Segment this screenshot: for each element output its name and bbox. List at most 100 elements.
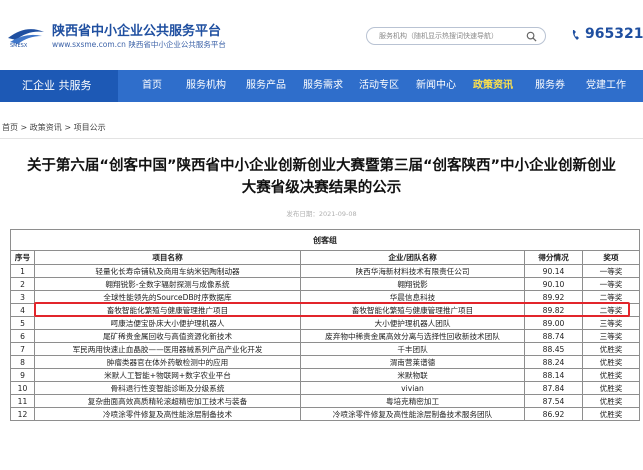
- cell-no: 9: [10, 368, 35, 382]
- cell-score: 90.14: [524, 264, 583, 278]
- cell-score: 89.82: [524, 303, 583, 317]
- cell-score: 88.45: [524, 342, 583, 356]
- nav-item-service-needs[interactable]: 服务需求: [303, 70, 343, 102]
- cell-team: 废弃物中稀贵金属高效分离与选择性回收新技术团队: [300, 329, 525, 343]
- cell-project: 翱翔锐影-全数字辐射探测与成像系统: [34, 277, 301, 291]
- logo-icon[interactable]: SMESX: [6, 22, 46, 48]
- table-row: 12 冷喷涂零件修复及高性能涂层制备技术 冷喷涂零件修复及高性能涂层制备技术服务团队…: [10, 407, 641, 421]
- breadcrumb[interactable]: 首页 > 政策资讯 > 项目公示: [2, 122, 106, 133]
- svg-text:SMESX: SMESX: [10, 43, 28, 48]
- group-title: 创客组: [9, 229, 641, 251]
- cell-award: 优胜奖: [581, 355, 641, 369]
- phone-icon: [572, 30, 579, 40]
- cell-project: 轻量化长寿命铺轨及商用车纳米铝陶制动器: [34, 264, 301, 278]
- nav-item-policy[interactable]: 政策资讯: [473, 70, 513, 102]
- cell-no: 10: [10, 381, 35, 395]
- cell-no: 2: [10, 277, 35, 291]
- nav-item-vouchers[interactable]: 服务券: [535, 70, 565, 102]
- hotline-number: 965321: [585, 26, 643, 42]
- cell-award: 二等奖: [581, 290, 641, 304]
- cell-project: 尾矿稀贵金属回收与高值资源化新技术: [34, 329, 301, 343]
- page-title-line1: 关于第六届“创客中国”陕西省中小企业创新创业大赛暨第三届“创客陕西”中小企业创新…: [26, 158, 617, 174]
- table-header-row: 序号 项目名称 企业/团队名称 得分情况 奖项: [10, 250, 641, 265]
- cell-team: 米默物联: [300, 368, 525, 382]
- nav-item-party[interactable]: 党建工作: [586, 70, 626, 102]
- cell-award: 优胜奖: [581, 407, 641, 421]
- cell-team: 翱翔锐影: [300, 277, 525, 291]
- header-award: 奖项: [581, 250, 641, 265]
- cell-team: 粤培克精密加工: [300, 394, 525, 408]
- divider: [0, 138, 643, 139]
- cell-project: 肿瘤类器官在体外药敏检测中的应用: [34, 355, 301, 369]
- nav-brand: 汇企业 共服务: [0, 70, 118, 102]
- cell-score: 89.92: [524, 290, 583, 304]
- cell-score: 89.00: [524, 316, 583, 330]
- cell-award: 一等奖: [581, 264, 641, 278]
- table-row: 2 翱翔锐影-全数字辐射探测与成像系统 翱翔锐影 90.10 一等奖: [10, 277, 641, 291]
- nav-item-home[interactable]: 首页: [142, 70, 162, 102]
- search-input[interactable]: 服务机构（随机显示热搜词快速导航）: [366, 27, 546, 45]
- cell-award: 一等奖: [581, 277, 641, 291]
- site-header: SMESX 陕西省中小企业公共服务平台 www.sxsme.com.cn 陕西省…: [0, 0, 643, 70]
- search-icon[interactable]: [526, 31, 537, 42]
- nav-item-service-org[interactable]: 服务机构: [186, 70, 226, 102]
- main-nav: 汇企业 共服务 首页 服务机构 服务产品 服务需求 活动专区 新闻中心 政策资讯…: [0, 70, 643, 102]
- cell-team: vivian: [300, 381, 525, 395]
- cell-award: 三等奖: [581, 329, 641, 343]
- cell-project: 复杂曲面高效高质精轮滚超精密加工技术与装备: [34, 394, 301, 408]
- cell-score: 88.14: [524, 368, 583, 382]
- cell-no: 5: [10, 316, 35, 330]
- search-placeholder: 服务机构（随机显示热搜词快速导航）: [379, 32, 498, 40]
- header-no: 序号: [10, 250, 35, 265]
- cell-team: 陕西华海新材料技术有限责任公司: [300, 264, 525, 278]
- cell-team: 千丰团队: [300, 342, 525, 356]
- nav-item-service-products[interactable]: 服务产品: [246, 70, 286, 102]
- cell-no: 11: [10, 394, 35, 408]
- table-row-highlighted: 3 全球性能领先的SourceDB时序数据库 华晨信息科技 89.92 二等奖: [10, 290, 641, 304]
- table-row: 8 肿瘤类器官在体外药敏检测中的应用 渭南营莱谱德 88.24 优胜奖: [10, 355, 641, 369]
- group-row: 创客组: [9, 229, 641, 251]
- cell-team: 大小便护理机器人团队: [300, 316, 525, 330]
- cell-no: 6: [10, 329, 35, 343]
- cell-score: 90.10: [524, 277, 583, 291]
- results-table: 创客组 序号 项目名称 企业/团队名称 得分情况 奖项 1 轻量化长寿命铺轨及商用…: [9, 229, 641, 421]
- cell-project: 全球性能领先的SourceDB时序数据库: [34, 290, 301, 304]
- site-title[interactable]: 陕西省中小企业公共服务平台: [52, 20, 221, 39]
- cell-award: 优胜奖: [581, 381, 641, 395]
- cell-no: 1: [10, 264, 35, 278]
- site-subtitle: www.sxsme.com.cn 陕西省中小企业公共服务平台: [52, 40, 226, 49]
- cell-team: 冷喷涂零件修复及高性能涂层制备技术服务团队: [300, 407, 525, 421]
- cell-award: 二等奖: [581, 303, 641, 317]
- nav-item-events[interactable]: 活动专区: [359, 70, 399, 102]
- cell-score: 87.84: [524, 381, 583, 395]
- cell-project: 呵康洁便宝卧床大小便护理机器人: [34, 316, 301, 330]
- cell-award: 优胜奖: [581, 368, 641, 382]
- cell-team: 渭南营莱谱德: [300, 355, 525, 369]
- cell-project: 骨科退行性变智能诊断及分级系统: [34, 381, 301, 395]
- publish-date: 发布日期：2021-09-08: [286, 210, 357, 218]
- cell-no: 8: [10, 355, 35, 369]
- cell-no: 12: [10, 407, 35, 421]
- cell-score: 88.74: [524, 329, 583, 343]
- cell-award: 优胜奖: [581, 342, 641, 356]
- header-project: 项目名称: [34, 250, 301, 265]
- cell-project: 畜牧智能化繁殖与健康管理推广项目: [34, 303, 301, 317]
- table-row: 7 军民两用快速止血晶胶——医用器械系列产品产业化开发 千丰团队 88.45 优胜奖: [10, 342, 641, 356]
- cell-no: 3: [10, 290, 35, 304]
- table-row: 1 轻量化长寿命铺轨及商用车纳米铝陶制动器 陕西华海新材料技术有限责任公司 90.14…: [10, 264, 641, 278]
- cell-team: 畜牧智能化繁殖与健康管理推广项目: [300, 303, 525, 317]
- cell-award: 三等奖: [581, 316, 641, 330]
- table-row: 11 复杂曲面高效高质精轮滚超精密加工技术与装备 粤培克精密加工 87.54 优胜奖: [10, 394, 641, 408]
- table-row: 9 米默人工智能+物联网+数字农业平台 米默物联 88.14 优胜奖: [10, 368, 641, 382]
- cell-score: 88.24: [524, 355, 583, 369]
- table-row: 5 呵康洁便宝卧床大小便护理机器人 大小便护理机器人团队 89.00 三等奖: [10, 316, 641, 330]
- cell-project: 军民两用快速止血晶胶——医用器械系列产品产业化开发: [34, 342, 301, 356]
- table-row: 4 畜牧智能化繁殖与健康管理推广项目 畜牧智能化繁殖与健康管理推广项目 89.82 二等…: [10, 303, 641, 317]
- cell-no: 4: [10, 303, 35, 317]
- cell-project: 冷喷涂零件修复及高性能涂层制备技术: [34, 407, 301, 421]
- cell-score: 87.54: [524, 394, 583, 408]
- header-team: 企业/团队名称: [300, 250, 525, 265]
- cell-score: 86.92: [524, 407, 583, 421]
- nav-item-news[interactable]: 新闻中心: [416, 70, 456, 102]
- header-score: 得分情况: [524, 250, 583, 265]
